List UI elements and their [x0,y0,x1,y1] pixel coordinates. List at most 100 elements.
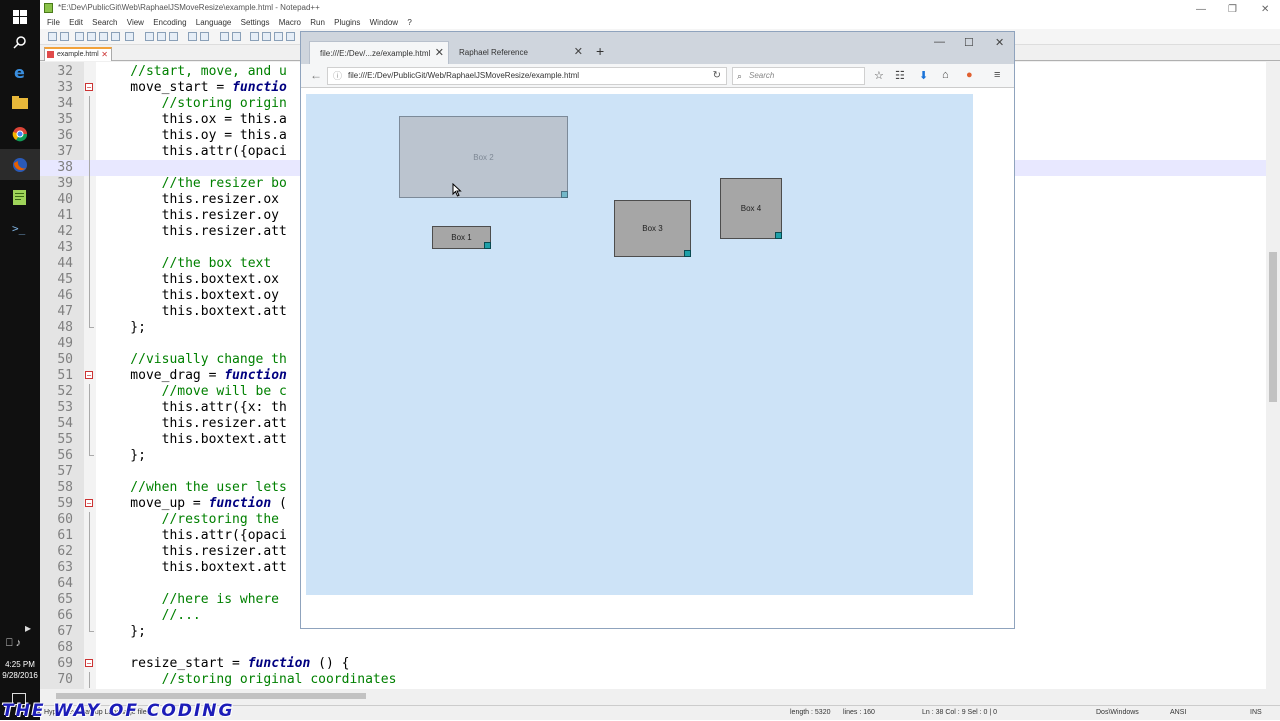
code-text: this.resizer.att [99,544,287,559]
word-wrap-icon[interactable] [286,32,295,41]
line-number: 37 [57,144,73,159]
line-number: 36 [57,128,73,143]
tab-close-icon[interactable]: ✕ [574,41,583,64]
line-number: 52 [57,384,73,399]
save-all-icon[interactable] [87,32,96,41]
line-number: 38 [57,160,73,175]
tray-expand-icon[interactable]: ▸ [25,621,31,635]
tab-raphael-reference[interactable]: Raphael Reference ✕ [449,41,587,64]
notepadpp-icon[interactable] [10,187,30,207]
fold-toggle-icon[interactable]: − [85,83,93,92]
close-icon[interactable]: ✕ [995,36,1004,49]
vertical-scroll-thumb[interactable] [1269,252,1277,402]
menu-help[interactable]: ? [407,16,411,29]
chrome-icon[interactable] [10,124,30,144]
horizontal-scroll-thumb[interactable] [56,693,366,699]
zoom-in-icon[interactable] [250,32,259,41]
print-icon[interactable] [125,32,134,41]
back-arrow-icon[interactable]: ← [310,68,322,82]
menu-language[interactable]: Language [196,16,232,29]
fold-line [89,208,90,224]
open-file-icon[interactable] [60,32,69,41]
undo-icon[interactable] [188,32,197,41]
reading-list-icon[interactable]: ☷ [895,69,905,82]
taskbar-clock[interactable]: 4:25 PM 9/28/2016 [0,659,40,681]
code-line: 69 − resize_start = function () { [40,656,1280,672]
code-text: //restoring the [99,512,280,527]
fold-line [89,416,90,432]
tab-close-icon[interactable]: ✕ [101,49,108,60]
windows-start-icon[interactable] [10,7,30,27]
menu-macro[interactable]: Macro [279,16,301,29]
line-number: 65 [57,592,73,607]
search-placeholder: Search [749,71,775,80]
modified-file-icon [47,51,54,58]
replace-icon[interactable] [232,32,241,41]
fold-line [89,192,90,208]
bookmark-star-icon[interactable]: ☆ [874,69,884,82]
fold-toggle-icon[interactable]: − [85,371,93,380]
pocket-icon[interactable]: ● [966,69,973,81]
search-input[interactable]: ⌕ Search [732,67,865,85]
status-position: Ln : 38 Col : 9 Sel : 0 | 0 [922,709,997,716]
menu-search[interactable]: Search [92,16,117,29]
zoom-out-icon[interactable] [262,32,271,41]
menu-view[interactable]: View [127,16,144,29]
box-2[interactable]: Box 2 [399,116,568,198]
tray-network-volume-icon[interactable]: ⎕ ♪ [6,637,21,650]
resize-handle[interactable] [484,242,491,249]
new-tab-icon[interactable]: + [596,43,604,59]
edge-browser-icon[interactable]: e [10,62,30,82]
fold-toggle-icon[interactable]: − [85,499,93,508]
firefox-icon[interactable] [10,155,30,175]
resize-handle[interactable] [775,232,782,239]
tab-close-icon[interactable]: ✕ [435,42,444,65]
reload-icon[interactable]: ↻ [713,68,721,84]
box-4[interactable]: Box 4 [720,178,782,239]
fold-toggle-icon[interactable]: − [85,659,93,668]
terminal-icon[interactable]: >_ [10,218,30,238]
line-number: 67 [57,624,73,639]
search-icon: ⌕ [737,71,743,81]
menu-file[interactable]: File [47,16,60,29]
tab-example-page[interactable]: file:///E:/Dev/...ze/example.html ✕ [309,41,449,64]
raphael-canvas[interactable]: Box 2 Box 1 Box 3 Box 4 [306,94,973,595]
find-icon[interactable] [220,32,229,41]
menu-window[interactable]: Window [370,16,398,29]
paste-icon[interactable] [169,32,178,41]
menu-bar: File Edit Search View Encoding Language … [40,16,1280,29]
close-all-icon[interactable] [111,32,120,41]
close-file-icon[interactable] [99,32,108,41]
home-icon[interactable]: ⌂ [942,69,949,81]
line-number: 47 [57,304,73,319]
new-file-icon[interactable] [48,32,57,41]
resize-handle[interactable] [561,191,568,198]
line-number: 42 [57,224,73,239]
menu-encoding[interactable]: Encoding [153,16,186,29]
sync-scroll-icon[interactable] [274,32,283,41]
line-number: 56 [57,448,73,463]
minimize-icon[interactable]: — [934,36,945,48]
redo-icon[interactable] [200,32,209,41]
copy-icon[interactable] [157,32,166,41]
fold-line [89,432,90,448]
file-explorer-icon[interactable] [10,93,30,113]
info-icon[interactable]: ⓘ [333,68,342,84]
cut-icon[interactable] [145,32,154,41]
menu-run[interactable]: Run [310,16,325,29]
box-3[interactable]: Box 3 [614,200,691,257]
vertical-scrollbar[interactable] [1266,62,1280,689]
code-text: //storing original coordinates [99,672,397,687]
menu-plugins[interactable]: Plugins [334,16,360,29]
menu-settings[interactable]: Settings [241,16,270,29]
download-icon[interactable]: ⬇ [919,69,928,82]
search-icon[interactable] [10,32,30,52]
url-bar[interactable]: ⓘ file:///E:/Dev/PublicGit/Web/RaphaelJS… [327,67,727,85]
menu-edit[interactable]: Edit [69,16,83,29]
resize-handle[interactable] [684,250,691,257]
maximize-icon[interactable]: ☐ [964,36,974,49]
save-icon[interactable] [75,32,84,41]
tab-example-html[interactable]: example.html ✕ [44,47,112,61]
hamburger-menu-icon[interactable]: ≡ [994,69,1000,81]
box-1[interactable]: Box 1 [432,226,491,249]
